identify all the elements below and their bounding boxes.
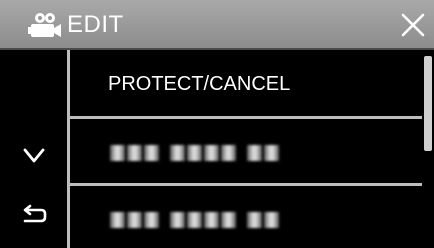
close-icon[interactable] bbox=[396, 8, 430, 42]
menu-item-blurred[interactable] bbox=[70, 119, 422, 185]
video-camera-icon bbox=[28, 13, 61, 37]
title-bar: EDIT bbox=[0, 0, 434, 50]
blurred-label bbox=[110, 212, 281, 228]
scrollbar-thumb[interactable] bbox=[424, 56, 432, 151]
chevron-down-icon[interactable] bbox=[14, 140, 54, 172]
edit-menu-list: PROTECT/CANCEL bbox=[70, 50, 422, 248]
page-title: EDIT bbox=[67, 11, 124, 38]
menu-item-label: PROTECT/CANCEL bbox=[108, 73, 291, 95]
blurred-label bbox=[110, 145, 281, 161]
menu-item-blurred[interactable] bbox=[70, 186, 422, 248]
return-arrow-icon[interactable] bbox=[14, 198, 54, 230]
menu-item-protect-cancel[interactable]: PROTECT/CANCEL bbox=[70, 52, 422, 118]
edit-screen: EDIT PROTECT/CANCEL bbox=[0, 0, 434, 248]
